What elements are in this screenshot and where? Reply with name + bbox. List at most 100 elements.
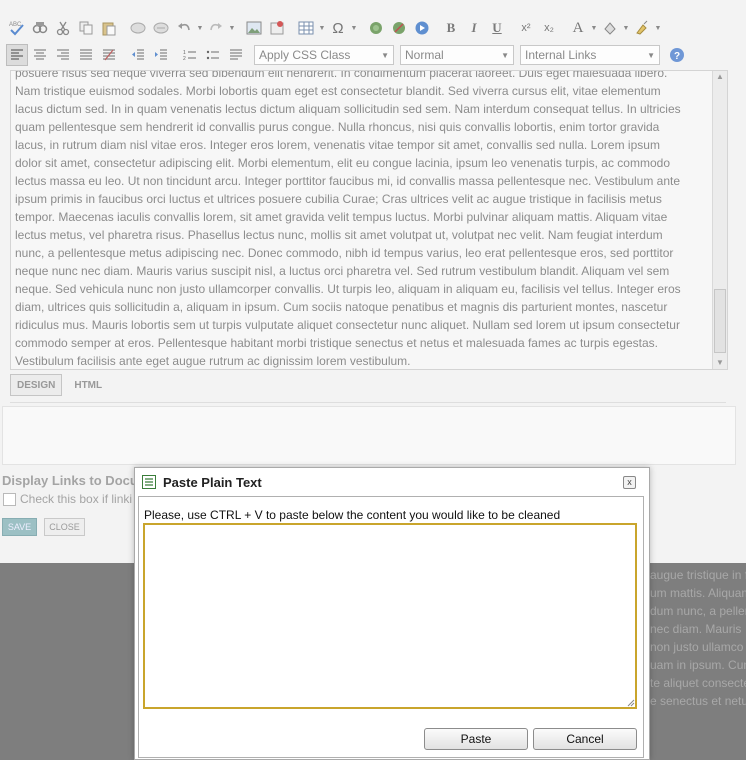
display-links-label: Display Links to Docu xyxy=(2,473,138,488)
redo-dropdown-icon[interactable]: ▼ xyxy=(228,17,236,39)
font-color-button[interactable]: A xyxy=(567,17,589,39)
find-replace-icon[interactable] xyxy=(29,17,51,39)
underline-button[interactable]: U xyxy=(486,17,508,39)
tab-html-label: HTML xyxy=(74,379,103,391)
editor-text: posuere risus sed neque viverra sed bibe… xyxy=(15,71,709,369)
underline-glyph: U xyxy=(492,20,502,35)
editor-text-line: diam, ultrices quis sollicitudin a, aliq… xyxy=(15,300,668,314)
dialog-body: Please, use CTRL + V to paste below the … xyxy=(138,496,644,758)
editor-text-line: Nam tristique euismod sodales. Morbi lob… xyxy=(15,84,661,98)
editor-text-line: lectus metus, vel pharetra risus. Phasel… xyxy=(15,228,663,242)
toolbar-row-1: ABC ▼ ▼ ▼ Ω ▼ B I U x² x₂ A ▼ ▼ ▼ xyxy=(6,16,663,40)
editor-text-line: dolor sit amet, consectetur adipiscing e… xyxy=(15,156,670,170)
paragraph-style-select[interactable]: Normal ▼ xyxy=(400,45,514,65)
font-color-dropdown-icon[interactable]: ▼ xyxy=(590,17,598,39)
scroll-down-icon[interactable]: ▼ xyxy=(713,357,727,369)
link-manager-icon[interactable] xyxy=(365,17,387,39)
tab-design-label: DESIGN xyxy=(17,379,56,391)
editor-text-line: neque nunc nec diam. Mauris varius susci… xyxy=(15,264,670,278)
paste-text-icon[interactable] xyxy=(127,17,149,39)
dialog-title: Paste Plain Text xyxy=(163,475,262,490)
background-text-line: uam in ipsum. Cum xyxy=(650,658,746,672)
media-icon[interactable] xyxy=(411,17,433,39)
save-button[interactable]: SAVE xyxy=(2,518,37,536)
chevron-down-icon: ▼ xyxy=(381,50,389,60)
image-icon[interactable] xyxy=(243,17,265,39)
remove-alignment-icon[interactable] xyxy=(98,44,120,66)
cut-icon[interactable] xyxy=(52,17,74,39)
background-text-line: e senectus et netus xyxy=(650,694,746,708)
css-class-select[interactable]: Apply CSS Class ▼ xyxy=(254,45,394,65)
format-stripper-dropdown-icon[interactable]: ▼ xyxy=(654,17,662,39)
spellcheck-icon[interactable]: ABC xyxy=(6,17,28,39)
chevron-down-icon: ▼ xyxy=(647,50,655,60)
help-icon[interactable]: ? xyxy=(666,44,688,66)
background-text-line: um mattis. Aliquam xyxy=(650,586,746,600)
display-links-checkbox[interactable] xyxy=(3,493,16,506)
editor-text-line: lacus, in rutrum diam nisl vitae eros. I… xyxy=(15,138,660,152)
close-icon[interactable]: x xyxy=(623,476,636,489)
italic-glyph: I xyxy=(471,20,477,35)
editor-text-line: ridiculus mus. Mauris lobortis sem ut tu… xyxy=(15,318,680,332)
undo-icon[interactable] xyxy=(173,17,195,39)
italic-button[interactable]: I xyxy=(463,17,485,39)
editor-text-line: ipsum primis in faucibus orci luctus et … xyxy=(15,192,662,206)
redo-icon[interactable] xyxy=(205,17,227,39)
justify-icon[interactable] xyxy=(75,44,97,66)
table-icon[interactable] xyxy=(295,17,317,39)
tab-design[interactable]: DESIGN xyxy=(10,374,63,396)
scrollbar-thumb[interactable] xyxy=(714,289,726,353)
indent-icon[interactable] xyxy=(150,44,172,66)
tab-html[interactable]: HTML xyxy=(68,375,108,395)
paste-icon[interactable] xyxy=(98,17,120,39)
internal-links-value: Internal Links xyxy=(525,48,597,62)
close-label: CLOSE xyxy=(49,522,80,532)
editor-text-line: lacus dictum sed. In in quam venenatis l… xyxy=(15,102,681,116)
paste-textarea[interactable] xyxy=(143,523,637,709)
symbol-dropdown-icon[interactable]: ▼ xyxy=(350,17,358,39)
resize-grip-icon[interactable] xyxy=(627,699,635,707)
scroll-up-icon[interactable]: ▲ xyxy=(713,71,727,83)
paste-plain-text-dialog: Paste Plain Text x Please, use CTRL + V … xyxy=(134,467,650,760)
superscript-button[interactable]: x² xyxy=(515,17,537,39)
display-links-checkbox-label: Check this box if linki xyxy=(20,492,133,506)
symbol-icon[interactable]: Ω xyxy=(327,17,349,39)
background-text-line: te aliquet consecte xyxy=(650,676,746,690)
editor-text-line: lectus massa eu leo. Ut non tincidunt ar… xyxy=(15,174,681,188)
editor-scrollbar[interactable]: ▲ ▼ xyxy=(712,71,727,369)
highlight-dropdown-icon[interactable]: ▼ xyxy=(622,17,630,39)
format-stripper-icon[interactable] xyxy=(631,17,653,39)
flash-icon[interactable] xyxy=(266,17,288,39)
subscript-button[interactable]: x₂ xyxy=(538,17,560,39)
background-text-line: augue tristique in f xyxy=(650,568,746,582)
dialog-instruction: Please, use CTRL + V to paste below the … xyxy=(144,508,561,522)
symbol-glyph: Ω xyxy=(332,19,344,37)
editor-content-area[interactable]: posuere risus sed neque viverra sed bibe… xyxy=(10,70,728,370)
align-left-icon[interactable] xyxy=(6,44,28,66)
paragraph-format-icon[interactable] xyxy=(225,44,247,66)
bold-button[interactable]: B xyxy=(440,17,462,39)
highlight-color-icon[interactable] xyxy=(599,17,621,39)
dialog-titlebar[interactable]: Paste Plain Text x xyxy=(135,468,649,495)
unlink-icon[interactable] xyxy=(388,17,410,39)
editor-text-line: tempor. Maecenas iaculis convallis lorem… xyxy=(15,210,668,224)
cancel-button[interactable]: Cancel xyxy=(533,728,637,750)
background-text: augue tristique in f um mattis. Aliquam du… xyxy=(650,566,746,710)
internal-links-select[interactable]: Internal Links ▼ xyxy=(520,45,660,65)
background-text-line: dum nunc, a pellen xyxy=(650,604,746,618)
outdent-icon[interactable] xyxy=(127,44,149,66)
editor-text-line: neque. Sed vehicula nunc non justo ullam… xyxy=(15,282,681,296)
numbered-list-icon[interactable]: 12 xyxy=(179,44,201,66)
align-center-icon[interactable] xyxy=(29,44,51,66)
paste-word-icon[interactable] xyxy=(150,17,172,39)
secondary-editor-area[interactable] xyxy=(2,406,736,465)
undo-dropdown-icon[interactable]: ▼ xyxy=(196,17,204,39)
copy-icon[interactable] xyxy=(75,17,97,39)
paste-button[interactable]: Paste xyxy=(424,728,528,750)
paragraph-style-value: Normal xyxy=(405,48,444,62)
close-button[interactable]: CLOSE xyxy=(44,518,85,536)
table-dropdown-icon[interactable]: ▼ xyxy=(318,17,326,39)
bulleted-list-icon[interactable] xyxy=(202,44,224,66)
align-right-icon[interactable] xyxy=(52,44,74,66)
editor-text-line: quam pellentesque sem hendrerit id conva… xyxy=(15,120,660,134)
